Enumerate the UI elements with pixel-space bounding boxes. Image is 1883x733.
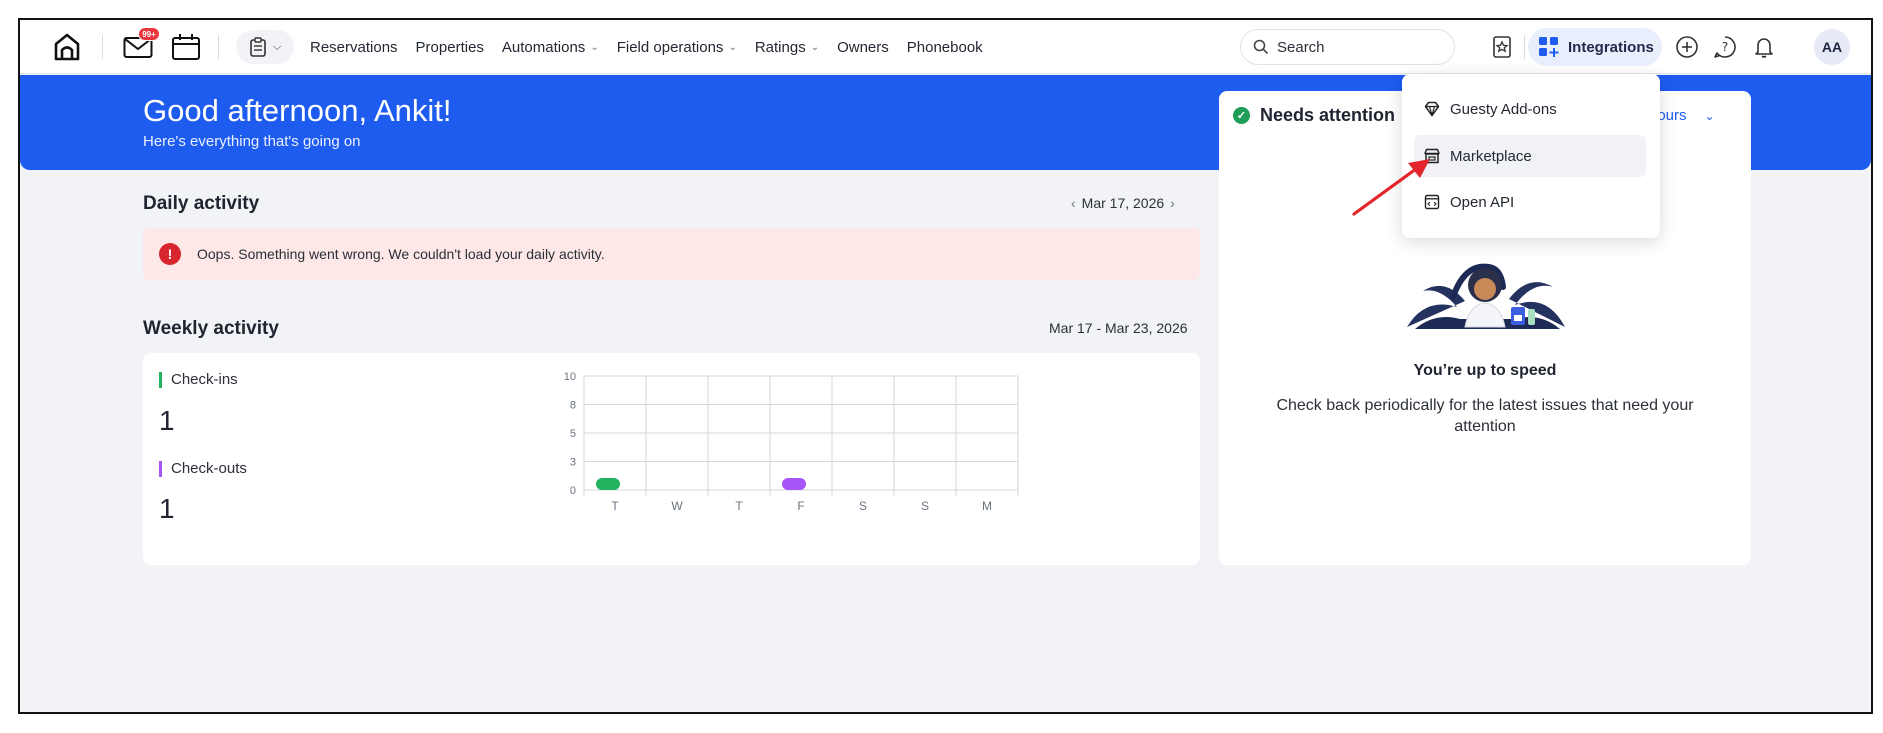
y-tick-label: 8 xyxy=(570,400,576,412)
bell-icon[interactable] xyxy=(1752,34,1776,60)
notification-badge: 99+ xyxy=(138,27,160,41)
y-tick-label: 0 xyxy=(570,485,576,497)
chevron-right-icon[interactable]: › xyxy=(1170,195,1175,211)
menu-properties[interactable]: Properties xyxy=(416,39,484,56)
checkouts-value: 1 xyxy=(159,493,175,524)
x-tick-label: F xyxy=(797,499,804,513)
greeting-subtitle: Here's everything that's going on xyxy=(143,133,361,150)
needs-attention-header: ✓ Needs attention xyxy=(1233,105,1395,126)
menu-automations[interactable]: Automations ⌄ xyxy=(502,39,599,56)
x-tick-label: M xyxy=(982,499,992,513)
help-icon[interactable]: ? xyxy=(1712,34,1738,60)
chevron-down-icon: ⌄ xyxy=(810,41,820,53)
clipboard-icon xyxy=(250,37,266,57)
error-icon: ! xyxy=(159,243,181,265)
menu-reservations[interactable]: Reservations xyxy=(310,39,398,56)
dropdown-item-open-api[interactable]: Open API xyxy=(1414,181,1646,223)
x-tick-label: T xyxy=(611,499,619,513)
top-navigation: 99+ ⌵ Reservations Properties Automation… xyxy=(20,20,1871,74)
chevron-down-icon: ⌄ xyxy=(1704,108,1715,123)
chevron-down-icon: ⌄ xyxy=(590,41,599,53)
main-menu: Reservations Properties Automations ⌄ Fie… xyxy=(310,20,983,74)
weekly-activity-card: Check-ins 1 Check-outs 1 0 3 5 8 10 T W T F S S M xyxy=(143,353,1200,565)
y-tick-label: 10 xyxy=(564,371,576,383)
checkins-label: Check-ins xyxy=(159,372,238,388)
menu-phonebook[interactable]: Phonebook xyxy=(907,39,983,56)
menu-owners[interactable]: Owners xyxy=(837,39,889,56)
bookmark-star-icon[interactable] xyxy=(1490,35,1514,59)
error-message: Oops. Something went wrong. We couldn't … xyxy=(197,246,605,262)
x-tick-label: S xyxy=(859,499,867,513)
y-tick-label: 5 xyxy=(570,428,576,440)
bar-check-outs xyxy=(782,478,806,490)
integrations-grid-icon xyxy=(1539,37,1559,57)
calendar-icon[interactable] xyxy=(170,32,202,62)
daily-date: Mar 17, 2026 xyxy=(1081,195,1165,211)
x-tick-label: T xyxy=(735,499,743,513)
avatar[interactable]: AA xyxy=(1814,29,1850,65)
dropdown-item-marketplace[interactable]: Marketplace xyxy=(1414,135,1646,177)
daily-activity-title: Daily activity xyxy=(143,193,260,214)
empty-state-text: Check back periodically for the latest i… xyxy=(1276,397,1694,435)
x-tick-label: W xyxy=(671,499,683,513)
integrations-dropdown-menu: Guesty Add-ons Marketplace Open API xyxy=(1402,74,1660,238)
svg-text:?: ? xyxy=(1722,40,1728,54)
dropdown-item-guesty-addons[interactable]: Guesty Add-ons xyxy=(1414,88,1646,130)
home-logo-icon[interactable] xyxy=(50,30,84,64)
search-icon xyxy=(1253,39,1269,55)
daily-date-navigator: ‹ Mar 17, 2026 › xyxy=(1071,195,1175,211)
weekly-date-range: Mar 17 - Mar 23, 2026 xyxy=(1049,320,1188,336)
menu-field-operations[interactable]: Field operations ⌄ xyxy=(617,39,737,56)
x-tick-label: S xyxy=(921,499,929,513)
empty-state-title: You’re up to speed xyxy=(1413,362,1557,379)
menu-ratings[interactable]: Ratings ⌄ xyxy=(755,39,819,56)
greeting-title: Good afternoon, Ankit! xyxy=(143,93,452,128)
app-window: 99+ ⌵ Reservations Properties Automation… xyxy=(18,18,1873,714)
relaxing-person-illustration xyxy=(1407,263,1565,329)
chevron-left-icon[interactable]: ‹ xyxy=(1071,195,1076,211)
account-picker[interactable]: ⌵ xyxy=(236,30,294,64)
annotation-arrow xyxy=(1352,159,1430,216)
weekly-activity-chart: 0 3 5 8 10 T W T F S S M xyxy=(564,371,1019,513)
checkins-value: 1 xyxy=(159,405,175,436)
chevron-down-icon: ⌄ xyxy=(728,41,737,53)
weekly-activity-title: Weekly activity xyxy=(143,318,279,339)
diamond-icon xyxy=(1424,101,1440,117)
y-tick-label: 3 xyxy=(570,457,576,469)
integrations-button[interactable]: Integrations xyxy=(1528,28,1662,66)
bar-check-ins xyxy=(596,478,620,490)
chevron-down-icon: ⌵ xyxy=(272,40,282,53)
daily-activity-error: ! Oops. Something went wrong. We couldn'… xyxy=(143,228,1200,280)
check-circle-icon: ✓ xyxy=(1233,107,1250,124)
add-icon[interactable] xyxy=(1674,34,1700,60)
inbox-icon[interactable]: 99+ xyxy=(122,27,160,61)
needs-attention-title: Needs attention xyxy=(1260,105,1396,125)
search-input[interactable]: Search xyxy=(1240,29,1455,65)
checkouts-label: Check-outs xyxy=(159,461,247,477)
